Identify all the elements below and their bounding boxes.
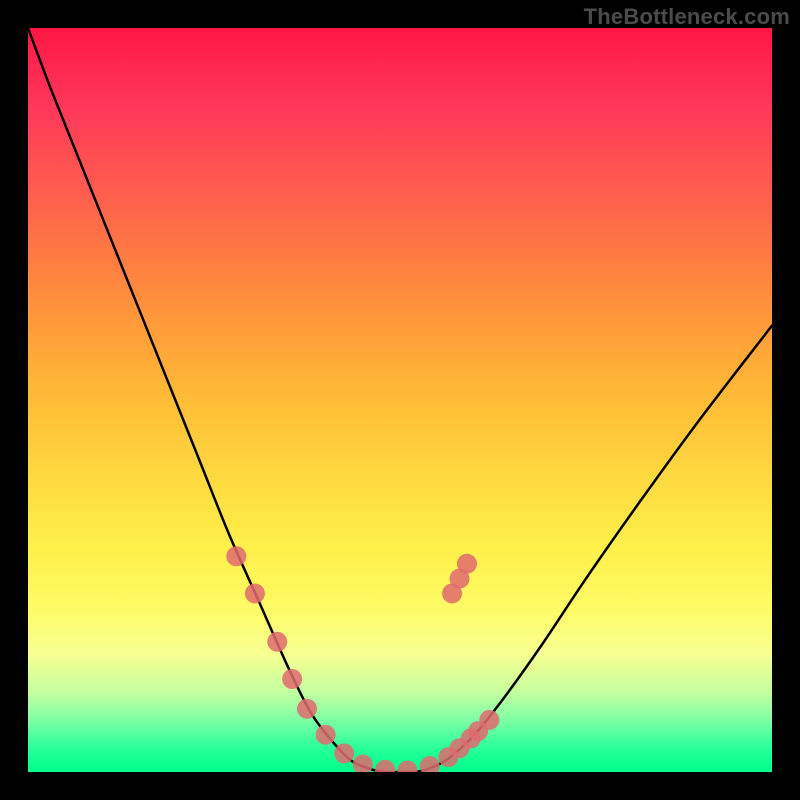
plot-area — [28, 28, 772, 772]
heat-gradient-background — [28, 28, 772, 772]
watermark-text: TheBottleneck.com — [584, 4, 790, 30]
chart-frame: TheBottleneck.com — [0, 0, 800, 800]
